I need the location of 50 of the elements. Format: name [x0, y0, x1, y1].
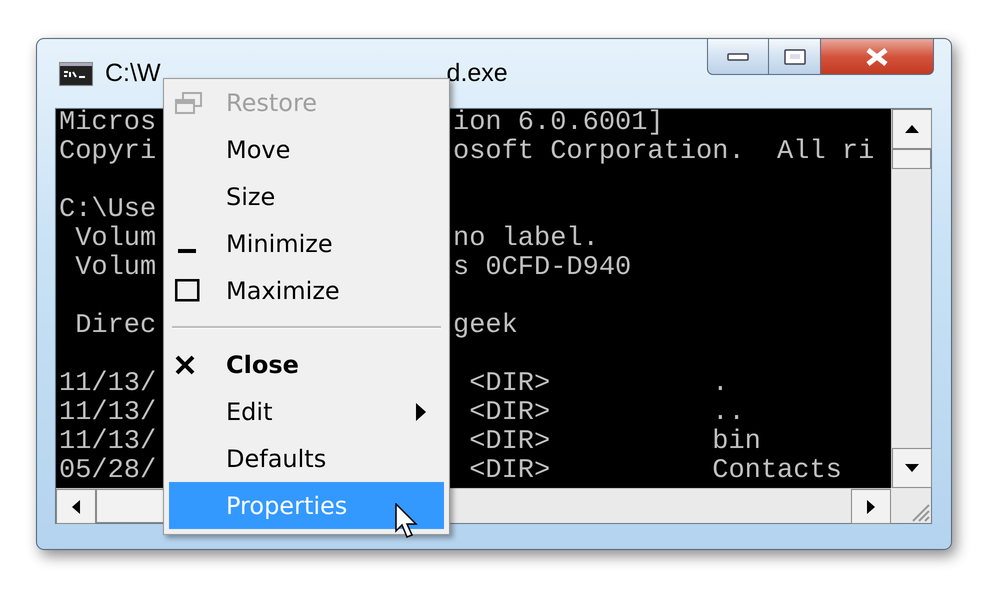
- scroll-up-button[interactable]: [892, 109, 932, 149]
- menu-item[interactable]: Close: [169, 341, 444, 388]
- maximize-button[interactable]: [769, 39, 821, 75]
- console-line: osoft Corporation. All ri: [453, 138, 874, 167]
- close-button[interactable]: [821, 39, 934, 75]
- maximize-icon: [175, 279, 200, 302]
- command-prompt-icon: [59, 62, 93, 86]
- menu-item[interactable]: Minimize: [169, 220, 444, 267]
- menu-item[interactable]: Defaults: [169, 435, 444, 482]
- menu-item[interactable]: Move: [169, 126, 444, 173]
- window-title: d.exe: [446, 59, 508, 88]
- close-icon: [865, 48, 889, 66]
- console-line: s 0CFD-D940: [453, 254, 632, 283]
- console-line: <DIR> bin: [468, 428, 761, 457]
- console-line: C:\Use: [59, 196, 156, 225]
- menu-item[interactable]: Edit: [169, 388, 444, 435]
- minimize-icon: [727, 52, 749, 60]
- console-line: <DIR> .: [468, 370, 728, 399]
- up-triangle-icon: [905, 125, 919, 133]
- down-triangle-icon: [905, 464, 919, 472]
- console-line: Copyri: [59, 138, 156, 167]
- vertical-scrollbar[interactable]: [891, 109, 931, 488]
- menu-item[interactable]: Maximize: [169, 267, 444, 314]
- menu-item[interactable]: Size: [169, 173, 444, 220]
- scroll-thumb[interactable]: [892, 149, 931, 169]
- scroll-left-button[interactable]: [56, 489, 96, 524]
- console-line: ion 6.0.6001]: [453, 109, 664, 138]
- restore-icon: [175, 92, 202, 114]
- minimize-icon: [178, 248, 196, 252]
- console-line: 05/28/: [59, 457, 156, 486]
- console-line: 11/13/: [59, 370, 156, 399]
- window-title: C:\W: [105, 59, 161, 88]
- close-icon: [175, 354, 195, 374]
- minimize-button[interactable]: [707, 39, 769, 75]
- console-line: Volum: [74, 225, 156, 254]
- scroll-right-button[interactable]: [851, 489, 891, 524]
- console-line: Micros: [59, 109, 156, 138]
- right-triangle-icon: [867, 500, 875, 514]
- console-line: geek: [453, 312, 518, 341]
- console-line: 11/13/: [59, 428, 156, 457]
- console-line: 11/13/: [59, 399, 156, 428]
- console-line: <DIR> ..: [468, 399, 745, 428]
- console-line: Volum: [74, 254, 156, 283]
- cursor-icon: [395, 503, 419, 539]
- scroll-down-button[interactable]: [892, 448, 932, 488]
- console-line: no label.: [453, 225, 599, 254]
- maximize-icon: [784, 48, 806, 64]
- console-line: Direc: [74, 312, 156, 341]
- console-line: <DIR> Contacts: [468, 457, 842, 486]
- left-triangle-icon: [72, 500, 80, 514]
